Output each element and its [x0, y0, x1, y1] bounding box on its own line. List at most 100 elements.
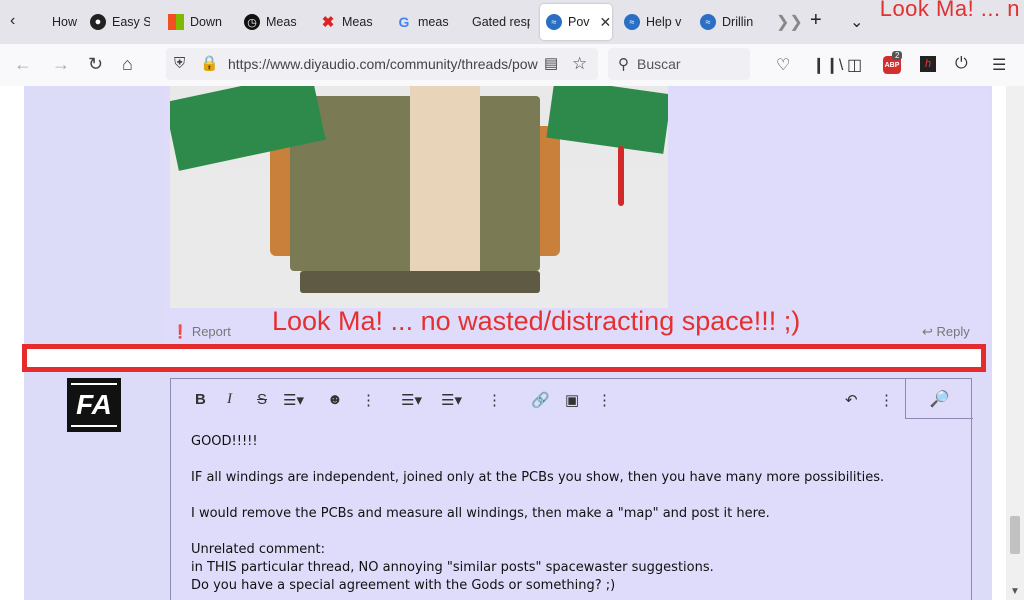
- reply-link[interactable]: ↩ Reply: [922, 324, 970, 340]
- tab-2[interactable]: ● Easy S: [90, 4, 150, 40]
- tab-label: meas: [418, 15, 449, 29]
- image-icon[interactable]: ▣: [565, 391, 579, 409]
- strikethrough-icon[interactable]: S: [257, 391, 267, 408]
- search-icon: ⚲: [618, 56, 629, 73]
- avatar-initials: FA: [76, 389, 112, 420]
- tab-10[interactable]: ≈ Drillin: [700, 4, 760, 40]
- diyaudio-icon: ≈: [624, 14, 640, 30]
- page-content: ❗ Report ↩ Reply Look Ma! ... no wasted/…: [0, 86, 1006, 600]
- pcb-right: [546, 86, 668, 154]
- menu-icon[interactable]: ☰: [992, 55, 1006, 75]
- adblock-count-badge: 2: [892, 51, 903, 60]
- editor-line: in THIS particular thread, NO annoying "…: [191, 560, 714, 575]
- pocket-icon[interactable]: ♡: [776, 55, 790, 75]
- tab-9[interactable]: ≈ Help v: [624, 4, 684, 40]
- tab-7[interactable]: Gated resp: [472, 4, 530, 40]
- list-all-tabs-back-icon[interactable]: ‹: [10, 12, 15, 30]
- tab-label: Down: [190, 15, 222, 29]
- tab-label: Meas: [266, 15, 297, 29]
- list-icon[interactable]: ☰▾: [401, 391, 422, 409]
- tab-8-active[interactable]: ≈ Pov ✕: [540, 4, 612, 40]
- editor-blank-line: [191, 487, 884, 505]
- reply-editor[interactable]: B I S ☰▾ ☻ ⋮ ☰▾ ☰▾ ⋮ 🔗 ▣ ⋮ ↶ ⋮ 🔎 GOOD!!!…: [170, 378, 973, 600]
- editor-toolbar: B I S ☰▾ ☻ ⋮ ☰▾ ☰▾ ⋮ 🔗 ▣ ⋮ ↶ ⋮: [171, 379, 905, 419]
- page-icon: [30, 14, 46, 30]
- more-options-icon[interactable]: ⋮: [361, 391, 376, 409]
- tab-strip: ‹ How t ● Easy S Down ◷ Meas ✖ Meas G me…: [0, 0, 1024, 44]
- microsoft-icon: [168, 14, 184, 30]
- editor-line: IF all windings are independent, joined …: [191, 470, 885, 485]
- window-title-fragment: Look Ma! ... n: [879, 0, 1020, 21]
- annotation-highlight-box: [22, 344, 986, 372]
- reload-icon[interactable]: ↻: [88, 54, 103, 75]
- tab-label: Drillin: [722, 15, 754, 29]
- avatar-stripe: [71, 383, 117, 385]
- tab-label: Pov: [568, 15, 590, 29]
- power-icon[interactable]: ⏻: [955, 55, 968, 73]
- undo-icon[interactable]: ↶: [845, 391, 858, 409]
- editor-content[interactable]: GOOD!!!!! IF all windings are independen…: [191, 433, 884, 595]
- forward-icon[interactable]: →: [52, 54, 70, 75]
- circle-icon: ●: [90, 14, 106, 30]
- clock-icon: ◷: [244, 14, 260, 30]
- diyaudio-icon: ≈: [546, 14, 562, 30]
- chevron-down-icon[interactable]: ⌄: [850, 12, 863, 32]
- link-icon[interactable]: 🔗: [531, 391, 550, 409]
- tab-label: Gated resp: [472, 15, 530, 29]
- text-size-icon[interactable]: ☰▾: [283, 391, 304, 409]
- transformer-photo: [170, 86, 668, 308]
- warning-icon: ❗: [172, 324, 189, 339]
- new-tab-icon[interactable]: +: [810, 9, 822, 32]
- transformer-base: [300, 271, 540, 293]
- tab-label: Meas: [342, 15, 373, 29]
- scrollbar-thumb[interactable]: [1010, 516, 1020, 554]
- search-bar[interactable]: ⚲ Buscar: [608, 48, 750, 80]
- tab-4[interactable]: ◷ Meas: [244, 4, 304, 40]
- editor-line: Do you have a special agreement with the…: [191, 578, 616, 593]
- tab-1[interactable]: How t: [30, 4, 80, 40]
- scroll-down-arrow-icon[interactable]: ▼: [1010, 586, 1020, 597]
- shield-icon[interactable]: ⛨: [174, 55, 185, 72]
- preview-toggle-icon[interactable]: 🔎: [905, 379, 973, 419]
- navigation-toolbar: ← → ↻ ⌂ ⛨ 🔒 https://www.diyaudio.com/com…: [0, 44, 1024, 87]
- emoji-icon[interactable]: ☻: [327, 391, 343, 408]
- more-options-icon[interactable]: ⋮: [487, 391, 502, 409]
- page-scrollbar[interactable]: ▼: [1006, 86, 1024, 600]
- transformer-label-tape: [410, 86, 480, 276]
- url-text[interactable]: https://www.diyaudio.com/community/threa…: [228, 56, 548, 72]
- google-icon: G: [398, 14, 410, 30]
- more-options-icon[interactable]: ⋮: [879, 391, 894, 409]
- back-icon[interactable]: ←: [14, 54, 32, 75]
- search-placeholder: Buscar: [637, 56, 681, 72]
- avatar[interactable]: FA: [67, 378, 121, 432]
- bold-icon[interactable]: B: [195, 391, 206, 408]
- home-icon[interactable]: ⌂: [122, 54, 133, 75]
- editor-line: Unrelated comment:: [191, 542, 326, 557]
- lock-icon[interactable]: 🔒: [200, 54, 219, 72]
- tab-label: Easy S: [112, 15, 150, 29]
- library-icon[interactable]: ❙❙\: [812, 55, 843, 75]
- editor-blank-line: [191, 523, 884, 541]
- bookmark-star-icon[interactable]: ☆: [572, 54, 587, 74]
- reader-view-icon[interactable]: ▤: [544, 54, 558, 72]
- editor-line: GOOD!!!!!: [191, 434, 258, 449]
- avatar-stripe: [71, 425, 117, 427]
- scroll-tabs-right-icon[interactable]: ❯❯: [776, 12, 803, 32]
- tab-3[interactable]: Down: [168, 4, 228, 40]
- align-icon[interactable]: ☰▾: [441, 391, 462, 409]
- tab-label: How t: [52, 15, 80, 29]
- tab-5[interactable]: ✖ Meas: [320, 4, 380, 40]
- red-wire: [618, 146, 624, 206]
- extension-h-icon[interactable]: h: [920, 56, 936, 72]
- tab-6[interactable]: G meas: [396, 4, 456, 40]
- address-bar[interactable]: ⛨ 🔒 https://www.diyaudio.com/community/t…: [166, 48, 598, 80]
- report-link[interactable]: ❗ Report: [172, 324, 231, 340]
- more-options-icon[interactable]: ⋮: [597, 391, 612, 409]
- editor-blank-line: [191, 451, 884, 469]
- diyaudio-icon: ≈: [700, 14, 716, 30]
- editor-line: I would remove the PCBs and measure all …: [191, 506, 770, 521]
- close-tab-icon[interactable]: ✕: [600, 14, 612, 31]
- italic-icon[interactable]: I: [227, 391, 232, 408]
- sidebar-icon[interactable]: ◫: [847, 55, 862, 75]
- tab-label: Help v: [646, 15, 682, 29]
